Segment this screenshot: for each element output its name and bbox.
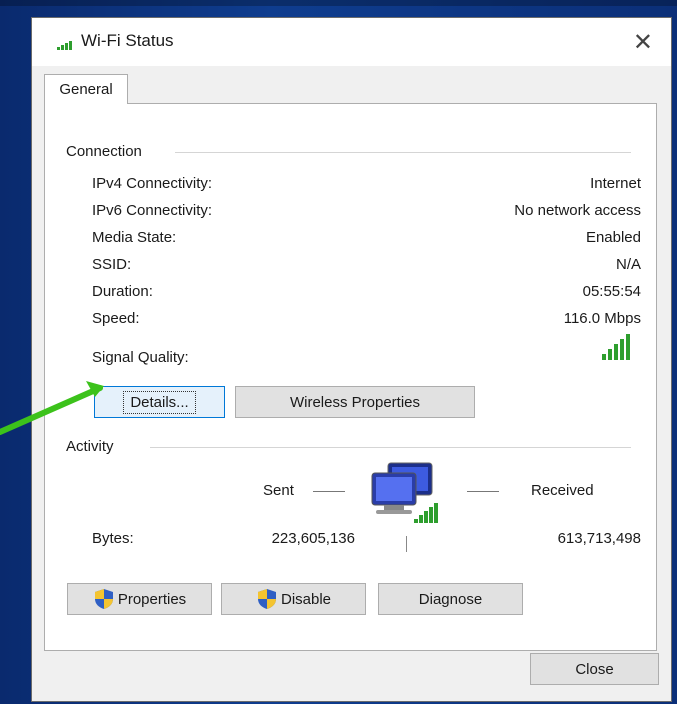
title-bar[interactable]: Wi-Fi Status ✕ (32, 18, 671, 66)
media-state-value: Enabled (585, 229, 641, 246)
ipv6-label: IPv6 Connectivity: (92, 202, 213, 219)
sent-label: Sent (263, 482, 294, 499)
tab-panel-general: Connection IPv4 Connectivity: Internet I… (44, 103, 657, 651)
ipv4-label: IPv4 Connectivity: (92, 175, 213, 192)
tab-general[interactable]: General (44, 74, 128, 104)
signal-quality-label: Signal Quality: (92, 349, 189, 366)
wifi-status-dialog: Wi-Fi Status ✕ General Connection IPv4 C… (31, 17, 672, 702)
network-computers-icon (370, 459, 450, 538)
properties-button[interactable]: Properties (67, 583, 212, 615)
speed-value: 116.0 Mbps (563, 310, 641, 327)
uac-shield-icon (94, 589, 113, 609)
ipv4-value: Internet (590, 175, 641, 192)
ssid-value: N/A (615, 256, 641, 273)
disable-button[interactable]: Disable (221, 583, 366, 615)
connection-heading: Connection (66, 143, 152, 160)
signal-bar (608, 349, 612, 360)
sent-line (313, 491, 345, 492)
desktop-background (0, 0, 677, 6)
signal-bar (602, 354, 606, 360)
ssid-label: SSID: (92, 256, 132, 273)
received-label: Received (531, 482, 594, 499)
activity-heading: Activity (66, 438, 124, 455)
signal-quality-icon (598, 332, 636, 364)
wifi-signal-icon (57, 35, 75, 54)
bytes-sent-value: 223,605,136 (271, 530, 355, 547)
bytes-received-value: 613,713,498 (557, 530, 641, 547)
duration-label: Duration: (92, 283, 153, 300)
ipv6-value: No network access (514, 202, 641, 219)
signal-bar (614, 344, 618, 360)
close-icon[interactable]: ✕ (633, 30, 653, 54)
bytes-separator (406, 536, 407, 552)
uac-shield-icon (257, 589, 276, 609)
window-title: Wi-Fi Status (81, 31, 174, 50)
diagnose-button[interactable]: Diagnose (378, 583, 523, 615)
speed-label: Speed: (92, 310, 140, 327)
media-state-label: Media State: (92, 229, 177, 246)
details-button-label: Details... (123, 390, 196, 414)
close-button[interactable]: Close (530, 653, 659, 685)
activity-divider (150, 447, 631, 448)
connection-divider (175, 152, 631, 153)
bytes-label: Bytes: (92, 530, 134, 547)
details-button[interactable]: Details... (94, 386, 225, 418)
received-line (467, 491, 499, 492)
wireless-properties-button[interactable]: Wireless Properties (235, 386, 475, 418)
signal-bar (626, 334, 630, 360)
properties-button-label: Properties (117, 590, 187, 608)
signal-bar (620, 339, 624, 360)
disable-button-label: Disable (280, 590, 332, 608)
duration-value: 05:55:54 (582, 283, 641, 300)
